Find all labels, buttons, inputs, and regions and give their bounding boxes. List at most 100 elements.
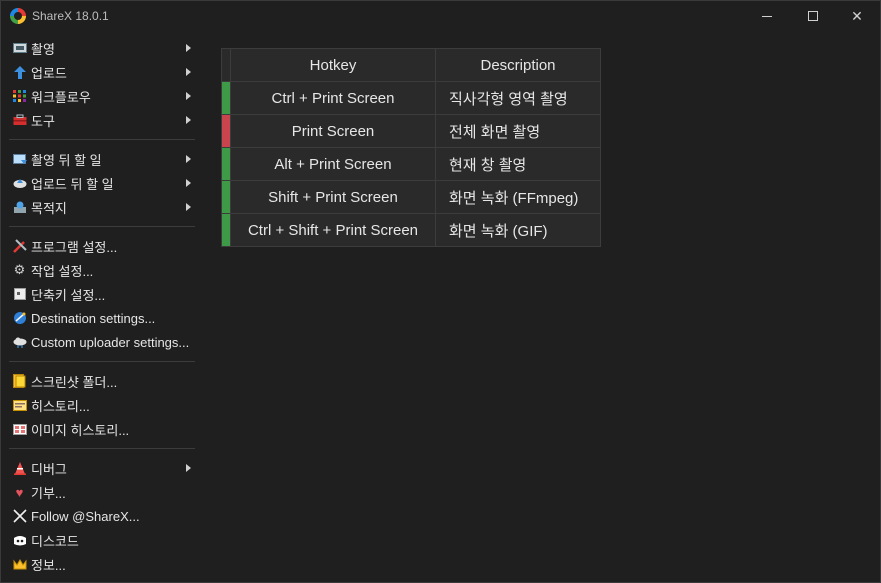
hotkey-column-header[interactable]: Hotkey bbox=[230, 48, 436, 82]
upload-arrow-icon bbox=[12, 65, 27, 79]
description-column-header[interactable]: Description bbox=[435, 48, 601, 82]
title-bar[interactable]: ShareX 18.0.1 ✕ bbox=[1, 1, 880, 31]
menu-item-discord[interactable]: 디스코드 bbox=[1, 528, 201, 552]
menu-item-tools[interactable]: 도구 bbox=[1, 108, 201, 132]
menu-label: 정보... bbox=[31, 557, 66, 573]
menu-label: 워크플로우 bbox=[31, 89, 91, 105]
menu-item-destination-settings[interactable]: Destination settings... bbox=[1, 306, 201, 330]
menu-separator bbox=[9, 226, 195, 227]
sharex-logo-icon bbox=[10, 8, 26, 24]
after-capture-icon bbox=[12, 152, 27, 166]
menu-item-donate[interactable]: ♥ 기부... bbox=[1, 480, 201, 504]
menu-item-after-upload[interactable]: 업로드 뒤 할 일 bbox=[1, 171, 201, 195]
menu-label: 목적지 bbox=[31, 200, 67, 216]
status-column-header bbox=[221, 48, 231, 82]
cloud-icon bbox=[12, 335, 27, 349]
sharex-main-window: ShareX 18.0.1 ✕ 촬영 업로드 워크플로우 도구 촬영 뒤 할 일… bbox=[0, 0, 881, 583]
submenu-arrow-icon bbox=[186, 68, 191, 76]
menu-item-screenshots-folder[interactable]: 스크린샷 폴더... bbox=[1, 369, 201, 393]
menu-item-capture[interactable]: 촬영 bbox=[1, 36, 201, 60]
toolbox-icon bbox=[12, 113, 27, 127]
history-icon bbox=[12, 398, 27, 412]
hotkey-description-cell: 현재 창 촬영 bbox=[435, 147, 601, 181]
gear-icon: ⚙ bbox=[13, 262, 26, 277]
menu-item-destinations[interactable]: 목적지 bbox=[1, 195, 201, 219]
minimize-button[interactable] bbox=[744, 1, 790, 31]
menu-separator bbox=[9, 448, 195, 449]
menu-item-after-capture[interactable]: 촬영 뒤 할 일 bbox=[1, 147, 201, 171]
menu-label: Custom uploader settings... bbox=[31, 334, 190, 350]
destination-icon bbox=[12, 200, 27, 214]
close-button[interactable]: ✕ bbox=[834, 1, 880, 31]
menu-item-image-history[interactable]: 이미지 히스토리... bbox=[1, 417, 201, 441]
menu-label: 디스코드 bbox=[31, 533, 79, 549]
hotkey-status-indicator bbox=[221, 147, 231, 181]
menu-label: 디버그 bbox=[31, 461, 67, 477]
main-menu: 촬영 업로드 워크플로우 도구 촬영 뒤 할 일 업로드 뒤 할 일 목적지 프… bbox=[1, 36, 201, 576]
menu-label: 이미지 히스토리... bbox=[31, 422, 130, 438]
menu-item-history[interactable]: 히스토리... bbox=[1, 393, 201, 417]
menu-item-workflow[interactable]: 워크플로우 bbox=[1, 84, 201, 108]
x-logo-icon bbox=[12, 509, 27, 523]
menu-item-follow-x[interactable]: Follow @ShareX... bbox=[1, 504, 201, 528]
menu-item-about[interactable]: 정보... bbox=[1, 552, 201, 576]
hotkey-cell: Alt + Print Screen bbox=[230, 147, 436, 181]
menu-label: 기부... bbox=[31, 485, 66, 501]
menu-label: 업로드 bbox=[31, 65, 67, 81]
tools-icon bbox=[12, 239, 27, 253]
window-title: ShareX 18.0.1 bbox=[32, 9, 109, 23]
menu-item-application-settings[interactable]: 프로그램 설정... bbox=[1, 234, 201, 258]
heart-icon: ♥ bbox=[15, 484, 24, 500]
crown-icon bbox=[12, 557, 27, 571]
discord-icon bbox=[12, 533, 27, 547]
hotkey-description-cell: 화면 녹화 (GIF) bbox=[435, 213, 601, 247]
hotkey-status-indicator bbox=[221, 114, 231, 148]
menu-label: 프로그램 설정... bbox=[31, 239, 118, 255]
submenu-arrow-icon bbox=[186, 116, 191, 124]
submenu-arrow-icon bbox=[186, 179, 191, 187]
hotkey-cell: Ctrl + Shift + Print Screen bbox=[230, 213, 436, 247]
menu-label: 단축키 설정... bbox=[31, 287, 106, 303]
menu-separator bbox=[9, 139, 195, 140]
submenu-arrow-icon bbox=[186, 92, 191, 100]
hotkey-cell: Print Screen bbox=[230, 114, 436, 148]
menu-item-hotkey-settings[interactable]: 단축키 설정... bbox=[1, 282, 201, 306]
hotkey-description-cell: 전체 화면 촬영 bbox=[435, 114, 601, 148]
submenu-arrow-icon bbox=[186, 464, 191, 472]
submenu-arrow-icon bbox=[186, 44, 191, 52]
menu-item-upload[interactable]: 업로드 bbox=[1, 60, 201, 84]
menu-label: 촬영 bbox=[31, 41, 55, 57]
hotkey-row[interactable]: Ctrl + Shift + Print Screen 화면 녹화 (GIF) bbox=[221, 213, 601, 247]
maximize-icon bbox=[808, 11, 818, 21]
menu-label: Destination settings... bbox=[31, 310, 156, 326]
globe-icon bbox=[12, 311, 27, 325]
menu-item-custom-uploader-settings[interactable]: Custom uploader settings... bbox=[1, 330, 201, 354]
hotkey-row[interactable]: Ctrl + Print Screen 직사각형 영역 촬영 bbox=[221, 81, 601, 115]
maximize-button[interactable] bbox=[790, 1, 836, 31]
hotkey-status-indicator bbox=[221, 180, 231, 214]
menu-separator bbox=[9, 361, 195, 362]
menu-item-task-settings[interactable]: ⚙ 작업 설정... bbox=[1, 258, 201, 282]
image-history-icon bbox=[12, 422, 27, 436]
hotkey-list-header: Hotkey Description bbox=[221, 48, 601, 82]
close-icon: ✕ bbox=[851, 7, 863, 24]
workflow-icon bbox=[12, 89, 27, 103]
hotkey-row[interactable]: Print Screen 전체 화면 촬영 bbox=[221, 114, 601, 148]
capture-icon bbox=[12, 41, 27, 55]
hotkey-cell: Shift + Print Screen bbox=[230, 180, 436, 214]
menu-item-debug[interactable]: 디버그 bbox=[1, 456, 201, 480]
submenu-arrow-icon bbox=[186, 203, 191, 211]
hotkey-row[interactable]: Alt + Print Screen 현재 창 촬영 bbox=[221, 147, 601, 181]
menu-label: 업로드 뒤 할 일 bbox=[31, 176, 114, 192]
menu-label: Follow @ShareX... bbox=[31, 508, 140, 524]
hotkey-row[interactable]: Shift + Print Screen 화면 녹화 (FFmpeg) bbox=[221, 180, 601, 214]
minimize-icon bbox=[762, 15, 772, 17]
hotkey-status-indicator bbox=[221, 81, 231, 115]
hotkey-cell: Ctrl + Print Screen bbox=[230, 81, 436, 115]
hotkey-description-cell: 화면 녹화 (FFmpeg) bbox=[435, 180, 601, 214]
folder-icon bbox=[12, 374, 27, 388]
traffic-cone-icon bbox=[12, 461, 27, 475]
hotkey-description-cell: 직사각형 영역 촬영 bbox=[435, 81, 601, 115]
menu-label: 도구 bbox=[31, 113, 55, 129]
hotkey-status-indicator bbox=[221, 213, 231, 247]
